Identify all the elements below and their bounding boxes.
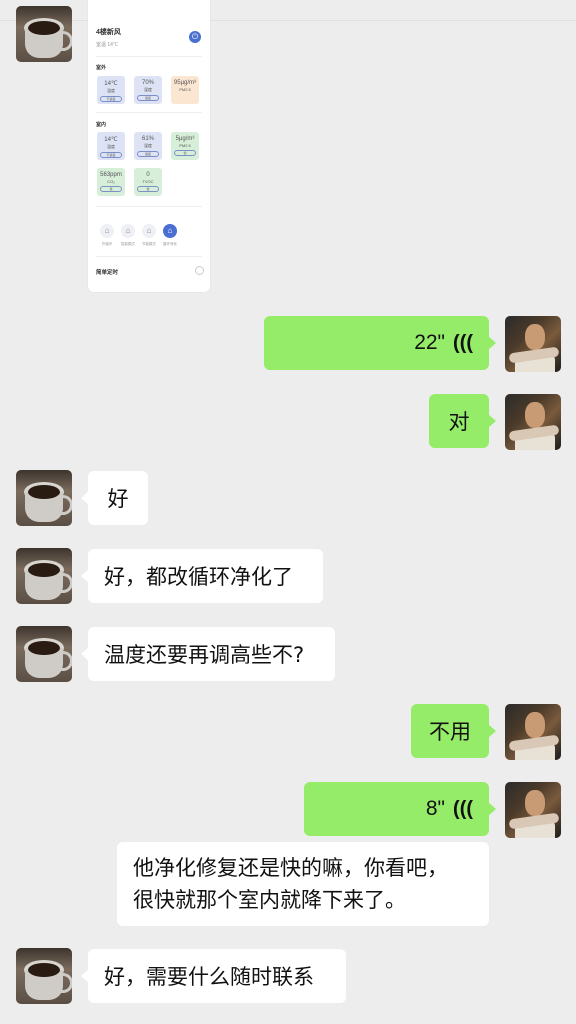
power-icon: ⏻ [189,31,201,43]
self-avatar[interactable] [505,782,561,838]
outdoor-humidity-tile: 70% 湿度 适宜 [134,76,162,104]
text-message[interactable]: 好，都改循环净化了 [81,549,323,603]
divider [96,112,202,113]
device-subtitle: 室温 14℃ [96,42,118,48]
contact-avatar[interactable] [16,948,72,1004]
timer-toggle [195,266,204,275]
mode-eco-icon: ⌂ [142,224,156,238]
voice-duration: 8" [425,797,446,820]
text-message[interactable]: 好，需要什么随时联系 [81,949,346,1003]
outdoor-label: 室外 [96,65,107,71]
contact-avatar[interactable] [16,6,72,62]
indoor-tvoc-tile: 0 TVOC 优 [134,168,162,196]
voice-message[interactable]: 22" ))) [264,316,496,370]
voice-wave-icon: ))) [453,798,473,820]
text-message[interactable]: 对 [429,394,496,448]
text-message[interactable]: 不用 [411,704,496,758]
image-message-device-screenshot[interactable]: 4楼新风 室温 14℃ ⏻ 室外 14℃ 温度 不适宜 70% 湿度 适宜 95μg/m… [88,0,210,292]
mode-outer-icon: ⌂ [100,224,114,238]
divider [96,56,202,57]
mode-label: 循环净化 [163,242,177,246]
outdoor-pm25-tile: 95μg/m³ PM2.5 [171,76,199,104]
voice-wave-icon: ))) [453,332,473,354]
indoor-label: 室内 [96,122,107,128]
text-message[interactable]: 好 [81,471,148,525]
voice-duration: 22" [414,331,446,354]
divider [96,256,202,257]
timer-label: 简单定时 [96,270,119,276]
mode-purify-icon: ⌂ [163,224,177,238]
voice-transcription[interactable]: 他净化修复还是快的嘛，你看吧， 很快就那个室内就降下来了。 [117,842,489,926]
indoor-co2-tile: 563ppm CO₂ 优 [97,168,125,196]
divider [96,206,202,207]
text-message[interactable]: 温度还要再调高些不? [81,627,335,681]
indoor-temp-tile: 14℃ 温度 不适宜 [97,132,125,160]
self-avatar[interactable] [505,704,561,760]
indoor-pm25-tile: 5μg/m³ PM2.5 优 [171,132,199,160]
mode-smart-icon: ⌂ [121,224,135,238]
self-avatar[interactable] [505,394,561,450]
contact-avatar[interactable] [16,470,72,526]
device-title: 4楼新风 [96,29,121,36]
status-bar [0,0,576,21]
contact-avatar[interactable] [16,548,72,604]
voice-message[interactable]: 8" ))) [304,782,496,836]
contact-avatar[interactable] [16,626,72,682]
self-avatar[interactable] [505,316,561,372]
indoor-humidity-tile: 61% 湿度 适宜 [134,132,162,160]
outdoor-temp-tile: 14℃ 温度 不适宜 [97,76,125,104]
